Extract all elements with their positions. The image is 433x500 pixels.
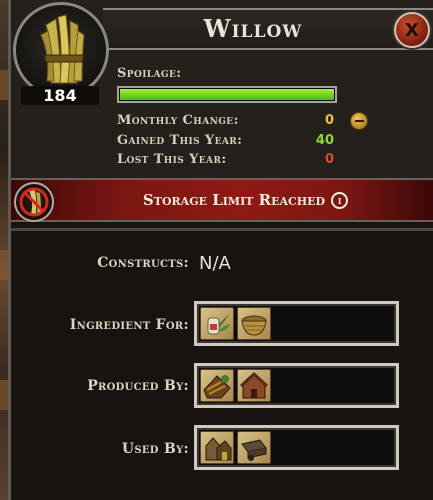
resource-count: 184 — [21, 86, 99, 105]
constructs-value: N/A — [199, 253, 231, 274]
decrease-button[interactable] — [350, 112, 368, 130]
resource-title: Willow — [203, 14, 303, 43]
woodcutter-icon[interactable] — [237, 369, 271, 402]
minus-icon — [354, 120, 364, 122]
storage-limit-label: Storage Limit Reached — [142, 191, 326, 209]
spoilage-label: Spoilage: — [117, 66, 182, 81]
herbal-remedy-graphic — [207, 314, 230, 335]
storage-limit-text: Storage Limit Reached i — [73, 191, 418, 209]
gained-label: Gained This Year: — [117, 133, 243, 148]
resource-portrait — [13, 2, 109, 98]
constructs-label: Constructs: — [97, 255, 189, 271]
info-icon[interactable]: i — [331, 192, 349, 209]
spoilage-bar — [117, 86, 337, 103]
spoilage-bar-fill — [120, 89, 334, 100]
monthly-change-value: 0 — [324, 113, 334, 128]
produced-by-label: Produced By: — [87, 378, 189, 394]
used-by-label: Used By: — [121, 441, 189, 457]
no-willow-icon — [14, 182, 54, 222]
lumber-hut-icon[interactable] — [200, 369, 234, 402]
info-glyph: i — [337, 194, 342, 207]
lost-label: Lost This Year: — [117, 152, 227, 167]
produced-by-slots — [194, 363, 399, 408]
cart-icon[interactable] — [237, 431, 271, 464]
lumber-hut-graphic — [203, 375, 231, 399]
gained-value: 40 — [315, 133, 334, 148]
resource-info-panel: Willow X 184 Spoilage: Monthly Change: 0 — [8, 0, 433, 500]
panel-header: Willow X 184 Spoilage: Monthly Change: 0 — [11, 0, 433, 178]
ingredient-for-label: Ingredient For: — [69, 317, 189, 333]
herbal-remedy-icon[interactable] — [200, 307, 234, 340]
monthly-change-label: Monthly Change: — [117, 113, 239, 128]
no-willow-icon-graphic — [19, 187, 49, 217]
storage-banner: Storage Limit Reached i — [11, 178, 433, 222]
details-section: Constructs: N/A Ingredient For: Produced… — [11, 222, 433, 500]
basket-icon[interactable] — [237, 307, 271, 340]
basket-graphic — [241, 315, 267, 336]
section-divider — [11, 228, 433, 231]
woodcutter-graphic — [239, 371, 269, 399]
cart-graphic — [241, 439, 267, 461]
used-by-slots — [194, 425, 399, 470]
close-button[interactable]: X — [394, 12, 430, 48]
willow-bundle-icon — [40, 14, 85, 84]
workshop-graphic — [205, 437, 232, 461]
close-label: X — [405, 19, 419, 41]
workshop-icon[interactable] — [200, 431, 234, 464]
ingredient-for-slots — [194, 301, 399, 346]
lost-value: 0 — [324, 152, 334, 167]
